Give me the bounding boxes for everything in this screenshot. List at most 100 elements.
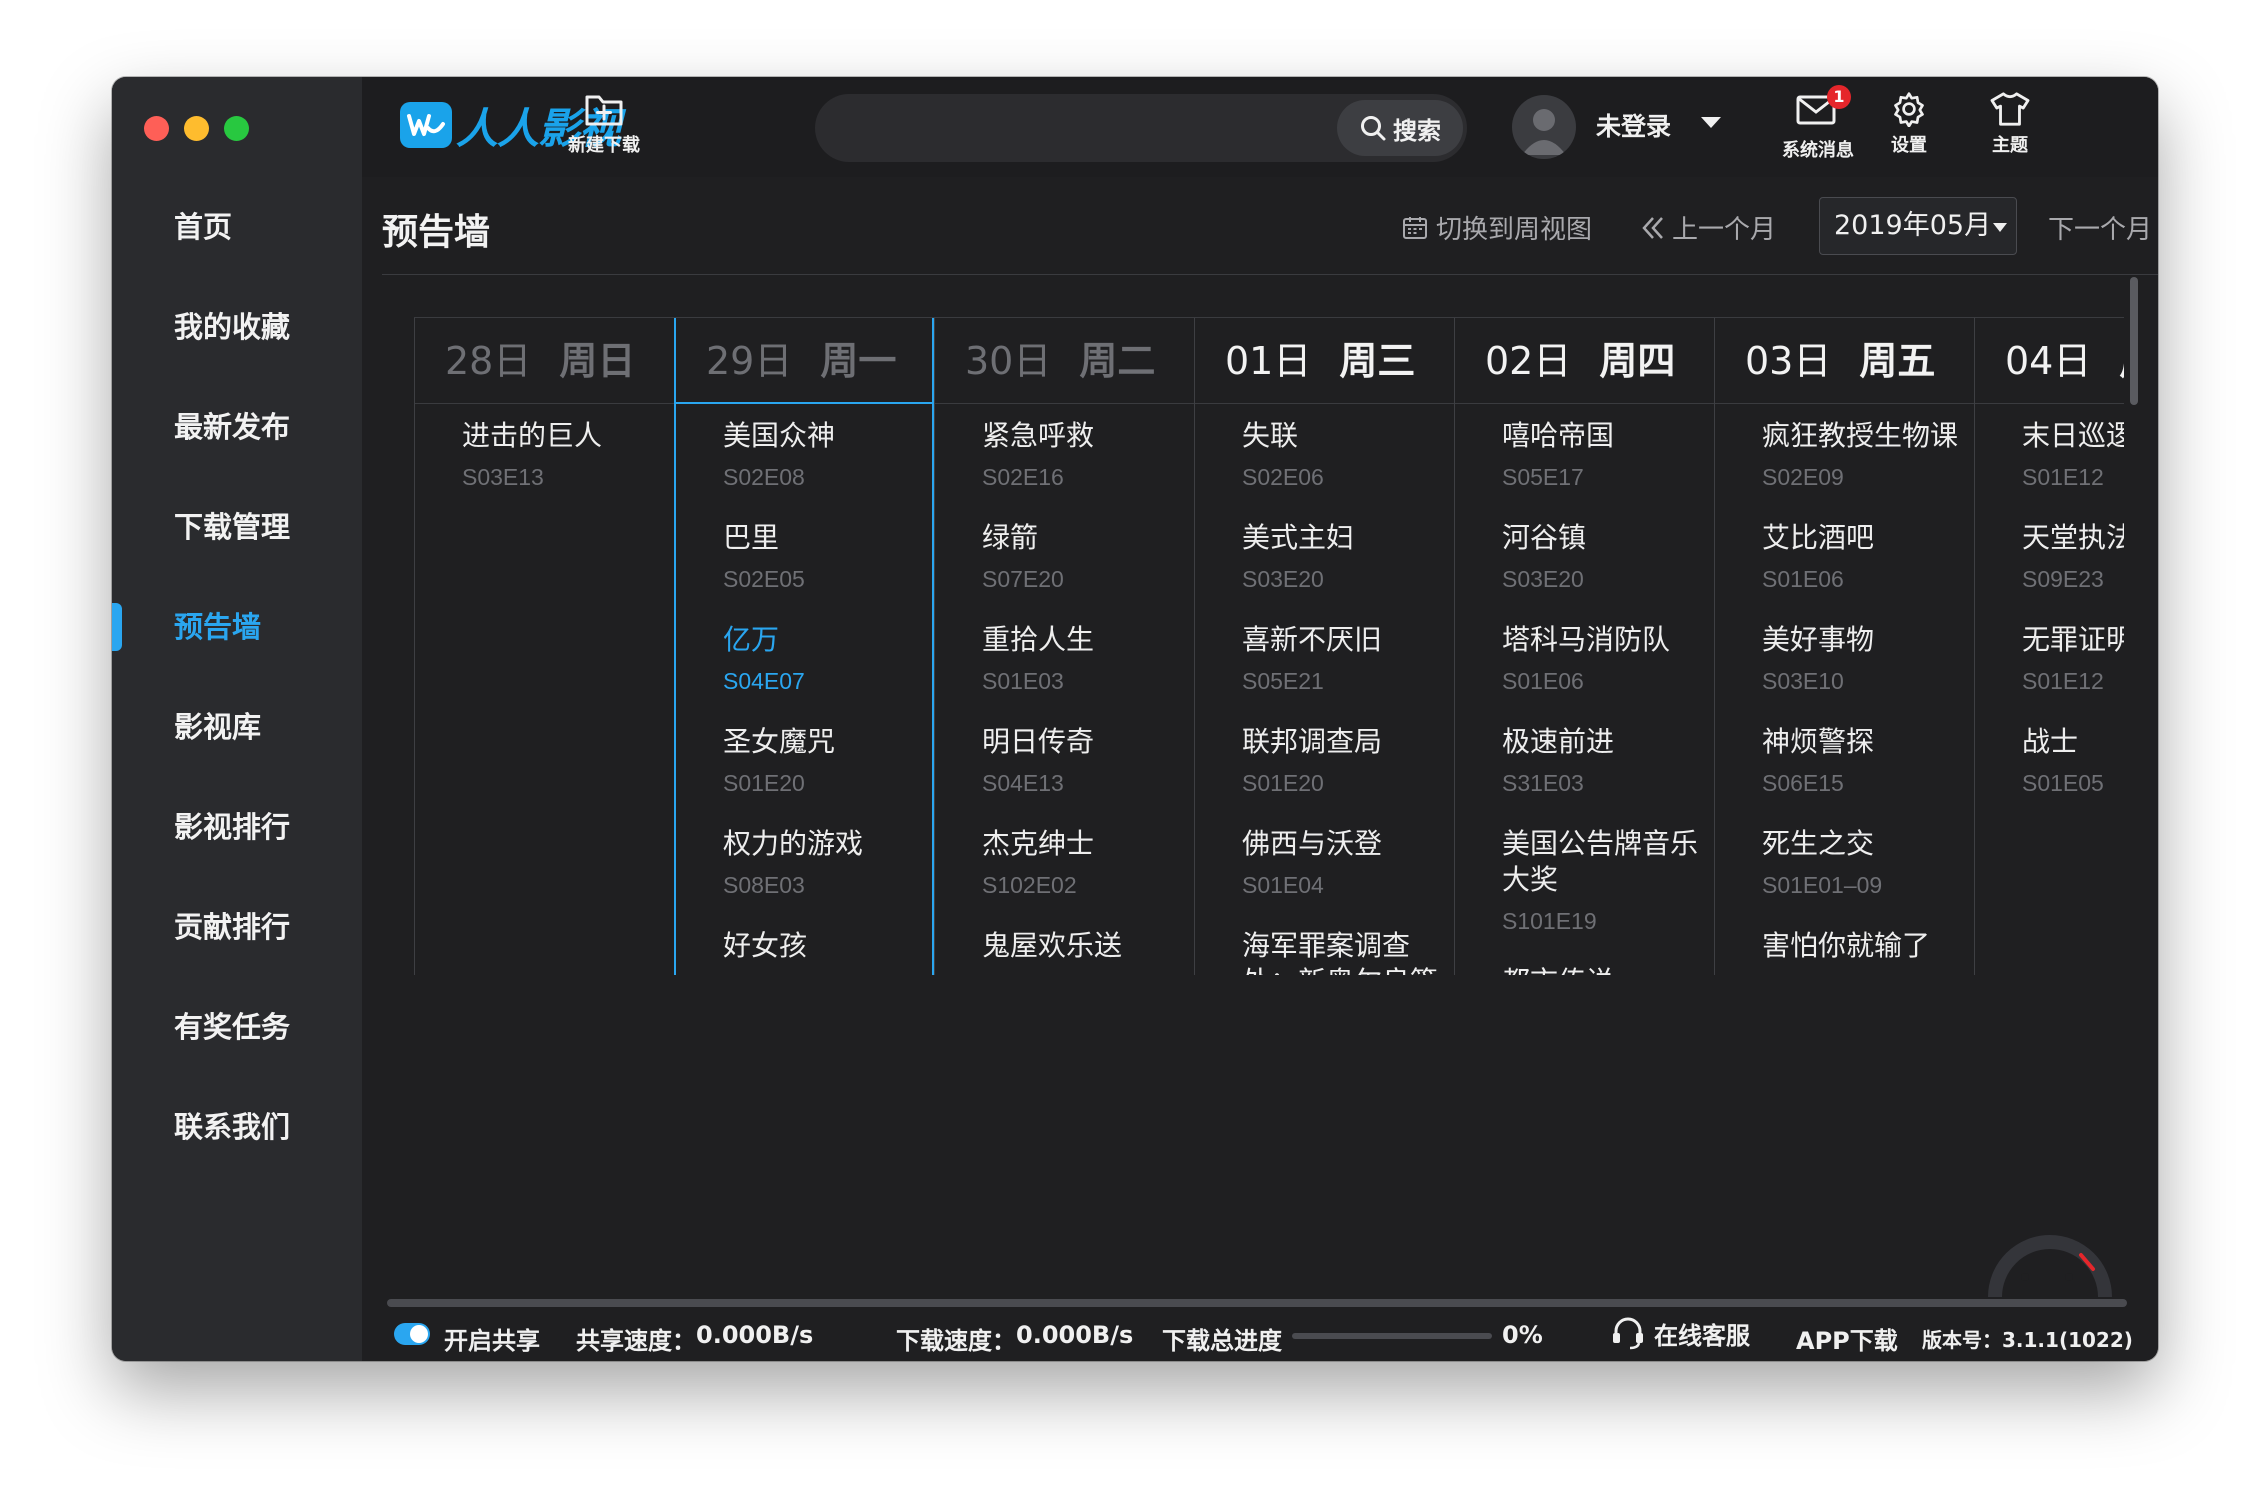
episode-title: 美好事物 <box>1762 623 1875 656</box>
episode-item[interactable]: 权力的游戏 S08E03 <box>723 822 932 924</box>
search-input[interactable] <box>839 104 1239 152</box>
episode-item[interactable]: 神烦警探 S06E15 <box>1762 720 1974 822</box>
chevron-down-icon[interactable] <box>1698 109 1724 135</box>
episode-item[interactable]: 喜新不厌旧 S05E21 <box>1242 618 1454 720</box>
episode-item[interactable]: 无罪证明 S01E12 <box>2022 618 2124 720</box>
episode-item[interactable]: 圣女魔咒 S01E20 <box>723 720 932 822</box>
user-icon <box>1522 109 1566 155</box>
sidebar-item-latest[interactable]: 最新发布 <box>112 377 362 477</box>
day-header: 30日 周二 <box>935 318 1194 404</box>
episode-item[interactable]: 重拾人生 S01E03 <box>982 618 1194 720</box>
episode-title: 塔科马消防队 <box>1502 623 1671 656</box>
messages-button[interactable]: 1 系统消息 <box>1782 85 1854 162</box>
episode-item[interactable]: 亿万 S04E07 <box>723 618 932 720</box>
episode-item[interactable]: 紧急呼救 S02E16 <box>982 414 1194 516</box>
episode-item[interactable]: 美国众神 S02E08 <box>723 414 932 516</box>
day-column: 03日 周五 疯狂教授生物课 S02E09 艾比酒吧 S01E06 美好事物 S03E10 神烦… <box>1714 318 1974 975</box>
month-select[interactable]: 2019年05月 <box>1819 197 2017 255</box>
episode-title: 死生之交 <box>1762 827 1875 860</box>
episode-code: S04E13 <box>982 770 1064 796</box>
day-weekday: 周三 <box>1339 339 1416 383</box>
episode-item[interactable]: 天堂执法 S09E23 <box>2022 516 2124 618</box>
episode-item[interactable]: 巴里 S02E05 <box>723 516 932 618</box>
episode-item[interactable]: 美好事物 S03E10 <box>1762 618 1974 720</box>
settings-label: 设置 <box>1891 135 1927 156</box>
switch-week-view-button[interactable]: 切换到周视图 <box>1402 209 1592 246</box>
episode-item[interactable]: 河谷镇 S03E20 <box>1502 516 1714 618</box>
episode-code: S01E04 <box>1242 872 1324 898</box>
settings-button[interactable]: 设置 <box>1889 91 1929 157</box>
episode-title: 嘻哈帝国 <box>1502 419 1615 452</box>
episode-item[interactable]: 塔科马消防队 S01E06 <box>1502 618 1714 720</box>
day-column: 04日周六末日巡逻 S01E12 天堂执法 S09E23 无罪证明 S01E12 战士 S01… <box>1974 318 2124 975</box>
day-number: 29日 <box>706 339 793 383</box>
sidebar-item-rankings[interactable]: 影视排行 <box>112 777 362 877</box>
sidebar-item-home[interactable]: 首页 <box>112 177 362 277</box>
sidebar-item-preview-wall[interactable]: 预告墙 <box>112 577 362 677</box>
episode-item[interactable]: 鬼屋欢乐送 S01E03 <box>982 924 1194 975</box>
speed-gauge-icon[interactable] <box>1985 1229 2115 1299</box>
episode-item[interactable]: 美国公告牌音乐大奖 S101E19 <box>1502 822 1714 960</box>
episode-code: S02E09 <box>1762 464 1844 490</box>
avatar[interactable] <box>1512 95 1576 159</box>
horizontal-scrollbar[interactable] <box>387 1299 2127 1307</box>
sidebar-item-contact[interactable]: 联系我们 <box>112 1077 362 1177</box>
episode-title: 绿箭 <box>982 521 1039 554</box>
sidebar-item-library[interactable]: 影视库 <box>112 677 362 777</box>
episode-code: S03E20 <box>1242 566 1324 592</box>
new-download-label: 新建下载 <box>568 135 640 156</box>
new-download-button[interactable]: 新建下载 <box>568 91 640 157</box>
sidebar-item-tasks[interactable]: 有奖任务 <box>112 977 362 1077</box>
episode-item[interactable]: 海军罪案调查处：新奥尔良篇S05E22 <box>1242 924 1454 975</box>
search-button-label: 搜索 <box>1393 116 1441 145</box>
episode-code: S01E03 <box>982 974 1194 975</box>
episode-item[interactable]: 害怕你就输了 S01E01–09 <box>1762 924 1974 975</box>
sidebar-item-downloads[interactable]: 下载管理 <box>112 477 362 577</box>
episode-item[interactable]: 都市传说S03E04 <box>1502 960 1714 975</box>
search-button[interactable]: 搜索 <box>1337 100 1463 156</box>
episode-item[interactable]: 战士 S01E05 <box>2022 720 2124 822</box>
day-column: 28日 周日 进击的巨人 S03E13 <box>414 318 674 975</box>
episode-code: S09E23 <box>2022 566 2104 592</box>
zoom-window-button[interactable] <box>224 116 249 141</box>
episode-item[interactable]: 绿箭 S07E20 <box>982 516 1194 618</box>
day-column: 29日 周一 美国众神 S02E08 巴里 S02E05 亿万 S04E07 圣女魔咒 S01E2… <box>674 318 934 975</box>
episode-item[interactable]: 疯狂教授生物课 S02E09 <box>1762 414 1974 516</box>
episode-item[interactable]: 好女孩 S02E09 <box>723 924 932 975</box>
app-download-link[interactable]: APP下载 <box>1796 1321 1898 1356</box>
episode-item[interactable]: 嘻哈帝国 S05E17 <box>1502 414 1714 516</box>
episode-item[interactable]: 美式主妇 S03E20 <box>1242 516 1454 618</box>
episode-item[interactable]: 明日传奇 S04E13 <box>982 720 1194 822</box>
next-month-button[interactable]: 下一个月 <box>2048 209 2152 246</box>
episode-item[interactable]: 失联 S02E06 <box>1242 414 1454 516</box>
prev-month-button[interactable]: 上一个月 <box>1640 209 1776 246</box>
episode-item[interactable]: 极速前进 S31E03 <box>1502 720 1714 822</box>
episode-item[interactable]: 末日巡逻 S01E12 <box>2022 414 2124 516</box>
minimize-window-button[interactable] <box>184 116 209 141</box>
sidebar-item-contribution[interactable]: 贡献排行 <box>112 877 362 977</box>
support-button[interactable]: 在线客服 <box>1610 1315 1750 1351</box>
page-title: 预告墙 <box>382 212 491 253</box>
episode-item[interactable]: 进击的巨人 S03E13 <box>462 414 674 516</box>
total-progress-bar <box>1292 1333 1492 1339</box>
episode-item[interactable]: 佛西与沃登 S01E04 <box>1242 822 1454 924</box>
episode-item[interactable]: 联邦调查局 S01E20 <box>1242 720 1454 822</box>
episode-list: 进击的巨人 S03E13 <box>415 404 674 516</box>
episode-title: 无罪证明 <box>2022 623 2124 656</box>
close-window-button[interactable] <box>144 116 169 141</box>
episode-title: 河谷镇 <box>1502 521 1587 554</box>
day-number: 30日 <box>965 339 1052 383</box>
theme-button[interactable]: 主题 <box>1989 91 2031 157</box>
messages-badge: 1 <box>1827 85 1851 109</box>
episode-title: 好女孩 <box>723 929 808 962</box>
login-status[interactable]: 未登录 <box>1596 107 1671 143</box>
share-toggle[interactable] <box>394 1323 430 1345</box>
app-window: 首页 我的收藏 最新发布 下载管理 预告墙 影视库 影视排行 贡献排行 有奖任务… <box>112 77 2158 1361</box>
sidebar-item-favorites[interactable]: 我的收藏 <box>112 277 362 377</box>
episode-item[interactable]: 死生之交 S01E01–09 <box>1762 822 1974 924</box>
episode-title: 美国公告牌音乐大奖 <box>1502 827 1699 896</box>
episode-item[interactable]: 杰克绅士 S102E02 <box>982 822 1194 924</box>
episode-item[interactable]: 艾比酒吧 S01E06 <box>1762 516 1974 618</box>
vertical-scrollbar[interactable] <box>2130 277 2138 405</box>
episode-title: 进击的巨人 <box>462 419 603 452</box>
